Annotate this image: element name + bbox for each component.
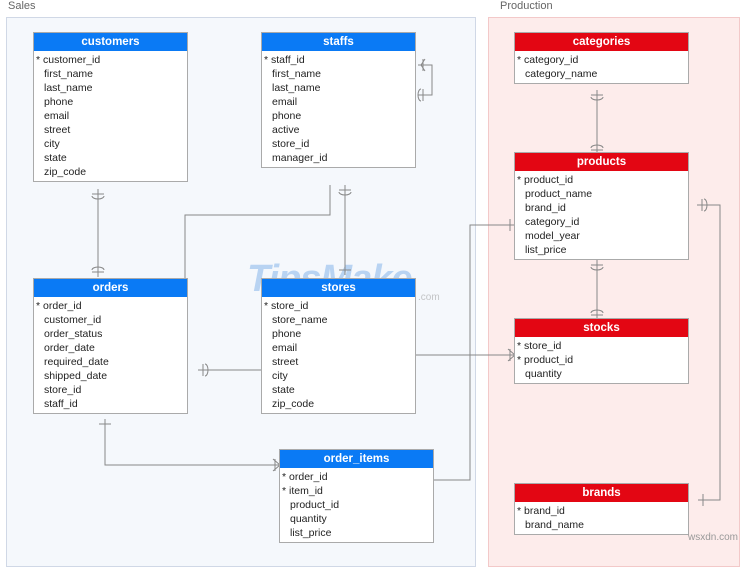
footer-credit: wsxdn.com	[688, 532, 738, 543]
field-customers-first_name: first_name	[34, 67, 187, 81]
field-products-category_id: category_id	[515, 215, 688, 229]
field-orders-required_date: required_date	[34, 355, 187, 369]
field-customers-customer_id: customer_id	[34, 53, 187, 67]
entity-stores-body: store_idstore_namephoneemailstreetcityst…	[262, 297, 415, 413]
entity-stores-header: stores	[262, 279, 415, 297]
entity-categories: categories category_idcategory_name	[514, 32, 689, 84]
field-orders-staff_id: staff_id	[34, 397, 187, 411]
field-customers-zip_code: zip_code	[34, 165, 187, 179]
field-categories-category_name: category_name	[515, 67, 688, 81]
field-brands-brand_id: brand_id	[515, 504, 688, 518]
entity-staffs-header: staffs	[262, 33, 415, 51]
field-stores-store_id: store_id	[262, 299, 415, 313]
field-staffs-staff_id: staff_id	[262, 53, 415, 67]
field-products-product_id: product_id	[515, 173, 688, 187]
entity-products: products product_idproduct_namebrand_idc…	[514, 152, 689, 260]
field-order_items-order_id: order_id	[280, 470, 433, 484]
schema-label-production: Production	[500, 0, 553, 12]
field-staffs-email: email	[262, 95, 415, 109]
field-stores-email: email	[262, 341, 415, 355]
field-orders-order_date: order_date	[34, 341, 187, 355]
entity-stores: stores store_idstore_namephoneemailstree…	[261, 278, 416, 414]
field-staffs-manager_id: manager_id	[262, 151, 415, 165]
field-customers-city: city	[34, 137, 187, 151]
entity-order-items-body: order_iditem_idproduct_idquantitylist_pr…	[280, 468, 433, 542]
field-staffs-store_id: store_id	[262, 137, 415, 151]
entity-brands-header: brands	[515, 484, 688, 502]
entity-order-items: order_items order_iditem_idproduct_idqua…	[279, 449, 434, 543]
field-stocks-quantity: quantity	[515, 367, 688, 381]
field-stores-store_name: store_name	[262, 313, 415, 327]
field-stores-zip_code: zip_code	[262, 397, 415, 411]
field-products-product_name: product_name	[515, 187, 688, 201]
entity-orders: orders order_idcustomer_idorder_statusor…	[33, 278, 188, 414]
field-orders-shipped_date: shipped_date	[34, 369, 187, 383]
field-products-list_price: list_price	[515, 243, 688, 257]
field-orders-order_status: order_status	[34, 327, 187, 341]
field-order_items-quantity: quantity	[280, 512, 433, 526]
field-staffs-active: active	[262, 123, 415, 137]
field-stores-street: street	[262, 355, 415, 369]
entity-products-body: product_idproduct_namebrand_idcategory_i…	[515, 171, 688, 259]
entity-order-items-header: order_items	[280, 450, 433, 468]
entity-customers-body: customer_idfirst_namelast_namephoneemail…	[34, 51, 187, 181]
field-categories-category_id: category_id	[515, 53, 688, 67]
entity-brands: brands brand_idbrand_name	[514, 483, 689, 535]
field-order_items-item_id: item_id	[280, 484, 433, 498]
field-customers-email: email	[34, 109, 187, 123]
entity-stocks-body: store_idproduct_idquantity	[515, 337, 688, 383]
field-customers-street: street	[34, 123, 187, 137]
field-stocks-store_id: store_id	[515, 339, 688, 353]
field-customers-state: state	[34, 151, 187, 165]
field-brands-brand_name: brand_name	[515, 518, 688, 532]
field-orders-order_id: order_id	[34, 299, 187, 313]
entity-stocks: stocks store_idproduct_idquantity	[514, 318, 689, 384]
entity-staffs-body: staff_idfirst_namelast_nameemailphoneact…	[262, 51, 415, 167]
entity-brands-body: brand_idbrand_name	[515, 502, 688, 534]
entity-orders-body: order_idcustomer_idorder_statusorder_dat…	[34, 297, 187, 413]
entity-staffs: staffs staff_idfirst_namelast_nameemailp…	[261, 32, 416, 168]
entity-customers-header: customers	[34, 33, 187, 51]
field-staffs-first_name: first_name	[262, 67, 415, 81]
field-customers-last_name: last_name	[34, 81, 187, 95]
field-staffs-last_name: last_name	[262, 81, 415, 95]
entity-categories-header: categories	[515, 33, 688, 51]
entity-customers: customers customer_idfirst_namelast_name…	[33, 32, 188, 182]
field-order_items-product_id: product_id	[280, 498, 433, 512]
field-staffs-phone: phone	[262, 109, 415, 123]
entity-orders-header: orders	[34, 279, 187, 297]
field-products-brand_id: brand_id	[515, 201, 688, 215]
field-stocks-product_id: product_id	[515, 353, 688, 367]
field-orders-customer_id: customer_id	[34, 313, 187, 327]
field-stores-state: state	[262, 383, 415, 397]
entity-products-header: products	[515, 153, 688, 171]
field-products-model_year: model_year	[515, 229, 688, 243]
schema-label-sales: Sales	[8, 0, 36, 12]
entity-categories-body: category_idcategory_name	[515, 51, 688, 83]
field-orders-store_id: store_id	[34, 383, 187, 397]
field-stores-city: city	[262, 369, 415, 383]
field-customers-phone: phone	[34, 95, 187, 109]
field-stores-phone: phone	[262, 327, 415, 341]
field-order_items-list_price: list_price	[280, 526, 433, 540]
entity-stocks-header: stocks	[515, 319, 688, 337]
